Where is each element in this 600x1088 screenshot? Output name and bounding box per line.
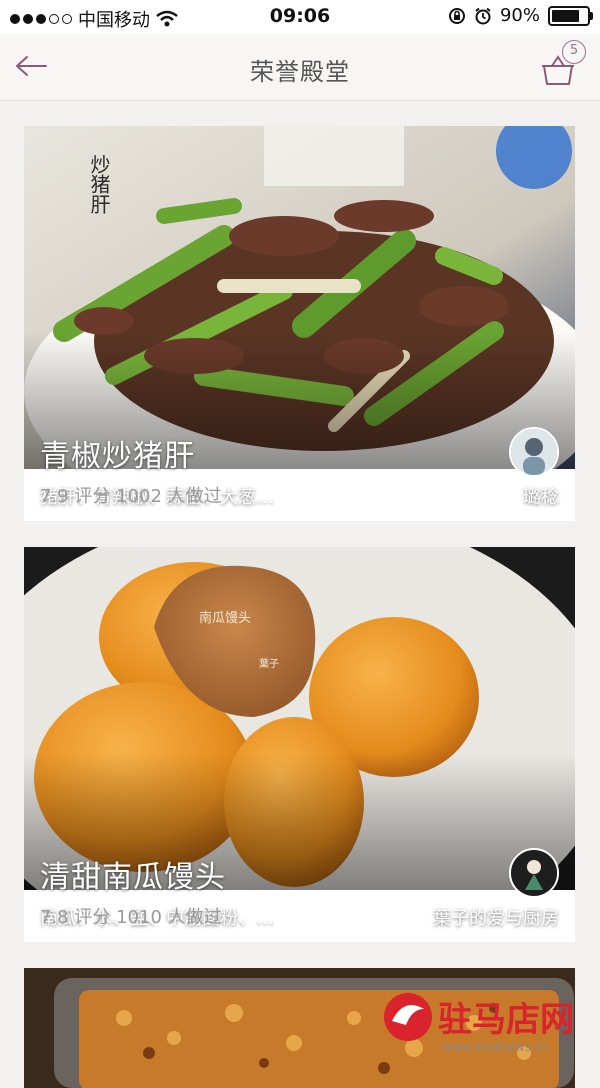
recipe-stats: 7.9 评分 1002 人做过 [40,482,222,508]
battery-icon [548,5,593,26]
made-count: 1002 [116,486,162,507]
watermark-text: 驻马店网 [438,1000,574,1040]
recipe-image[interactable]: 南瓜馒头 葉子 [24,547,575,890]
recipe-score: 7.9 [40,486,69,507]
made-label: 人做过 [167,486,222,507]
author-avatar[interactable] [509,848,559,898]
score-label: 评分 [74,907,111,928]
made-label: 人做过 [167,907,222,928]
basket-button[interactable]: 5 [538,40,588,90]
watermark: 驻马店网 www.zmdnews.cn [382,987,592,1057]
recipe-card[interactable]: 炒猪肝 青椒炒猪肝 猪肝、青辣椒、蒜苗、大葱… 璐稔 7.9 评分 1002 人… [24,126,575,521]
avatar-image [511,850,557,896]
score-label: 评分 [74,486,111,507]
made-count: 1010 [116,907,162,928]
pumpkin-bun-image: 南瓜馒头 葉子 [24,547,575,890]
status-right: 90% [448,5,593,26]
recipe-title[interactable]: 青椒炒猪肝 [40,431,195,475]
status-bar: 中国移动 09:06 90% [0,0,600,34]
recipe-card[interactable]: 南瓜馒头 葉子 清甜南瓜馒头 南瓜、水、盐、中筋面粉、… 葉子的爱与厨房 7.8… [24,547,575,942]
watermark-logo: 驻马店网 www.zmdnews.cn [384,993,574,1054]
recipe-title[interactable]: 清甜南瓜馒头 [40,852,226,896]
watermark-url: www.zmdnews.cn [442,1040,549,1054]
recipe-author[interactable]: 璐稔 [523,483,559,509]
recipe-author[interactable]: 葉子的爱与厨房 [433,904,559,930]
avatar-image [511,429,557,475]
liver-stir-fry-image: 炒猪肝 [24,126,575,469]
recipe-image[interactable]: 炒猪肝 [24,126,575,469]
page-title: 荣誉殿堂 [250,58,350,86]
battery-level [552,9,579,22]
recipe-stats: 7.8 评分 1010 人做过 [40,903,222,929]
basket-count-badge: 5 [562,40,586,64]
nav-bar: 荣誉殿堂 5 [0,34,600,101]
battery-percent: 90% [499,5,540,26]
rotation-lock-icon [448,7,465,24]
alarm-icon [475,7,491,24]
recipe-score: 7.8 [40,907,69,928]
author-avatar[interactable] [509,427,559,477]
